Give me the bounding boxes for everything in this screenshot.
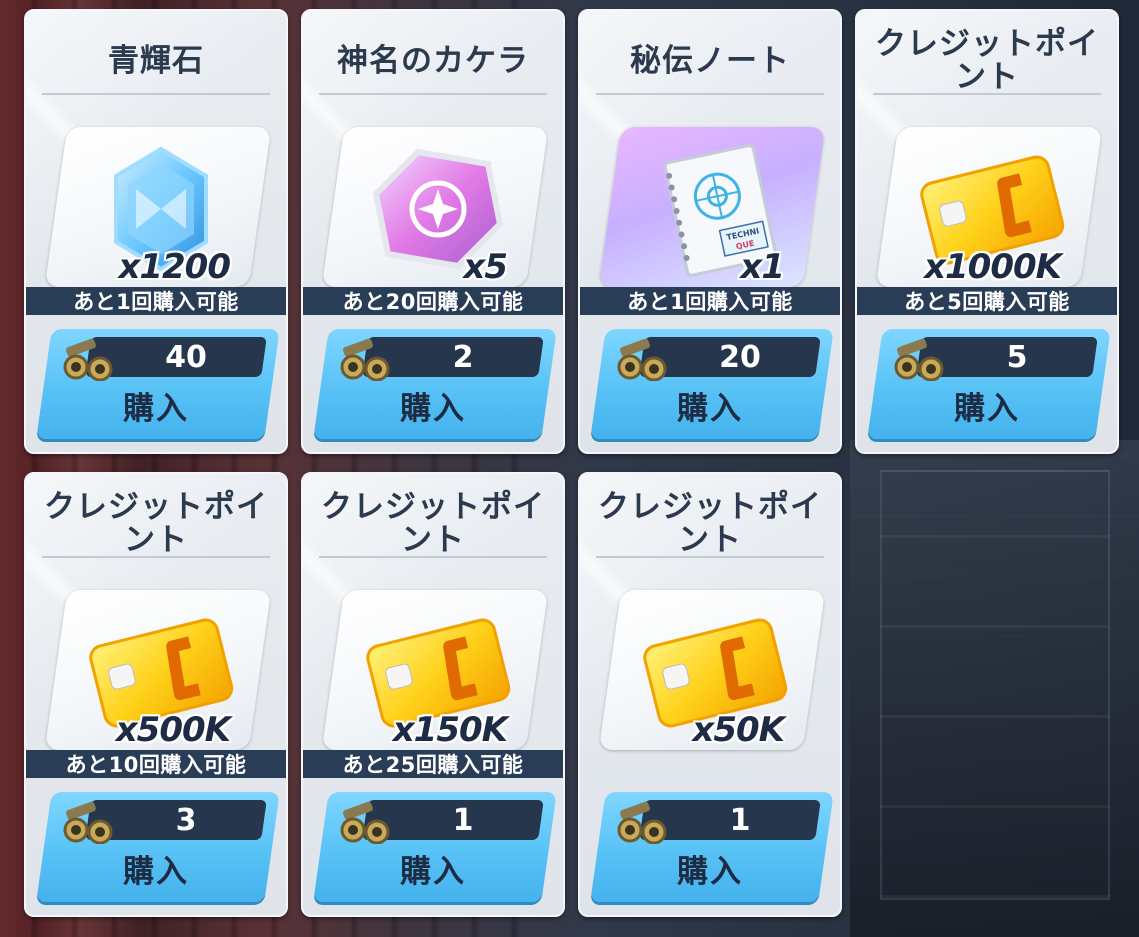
- shop-item-card: 青輝石 x1200 あと1回購入可能 40 購入: [24, 9, 288, 454]
- purchase-limit: あと10回購入可能: [26, 750, 286, 778]
- item-price: 2: [452, 339, 474, 375]
- item-price: 40: [165, 339, 207, 375]
- shop-item-card: 神名のカケラ x5 あと20回購入可能 2 購入: [301, 9, 565, 454]
- item-quantity: x1000K: [924, 247, 1062, 287]
- buy-label: 購入: [677, 390, 743, 427]
- item-quantity: x1200: [118, 247, 231, 287]
- buy-label: 購入: [954, 390, 1020, 427]
- title-divider: [42, 93, 270, 95]
- item-title: クレジットポイント: [875, 26, 1099, 95]
- item-quantity: x500K: [115, 710, 231, 750]
- item-title: 青輝石: [108, 42, 204, 79]
- item-title: クレジットポイント: [598, 489, 822, 558]
- item-quantity: x50K: [692, 710, 785, 750]
- item-title: クレジットポイント: [44, 489, 268, 558]
- shop-item-card: 秘伝ノート TECHNI QUE x1 あと1回購入可能 20 購入: [578, 9, 842, 454]
- binoculars-icon: [617, 801, 667, 844]
- buy-label: 購入: [123, 390, 189, 427]
- item-title: 神名のカケラ: [337, 42, 529, 79]
- binoculars-icon: [340, 338, 390, 381]
- purchase-limit: あと20回購入可能: [303, 287, 563, 315]
- buy-label: 購入: [123, 853, 189, 890]
- purchase-limit: あと5回購入可能: [857, 287, 1117, 315]
- item-price: 20: [719, 339, 761, 375]
- item-price: 1: [452, 802, 474, 838]
- title-divider: [319, 556, 547, 558]
- binoculars-icon: [63, 338, 113, 381]
- shop-item-card: クレジットポイント x1000K あと5回購入可能 5 購入: [855, 9, 1119, 454]
- item-quantity: x1: [740, 247, 785, 287]
- item-price: 1: [729, 802, 751, 838]
- item-title: 秘伝ノート: [630, 42, 790, 79]
- shop-grid: 青輝石 x1200 あと1回購入可能 40 購入 神名のカケラ x5 あと20回…: [24, 9, 1124, 929]
- title-divider: [42, 556, 270, 558]
- binoculars-icon: [340, 801, 390, 844]
- binoculars-icon: [617, 338, 667, 381]
- shop-item-card: クレジットポイント x150K あと25回購入可能 1 購入: [301, 472, 565, 917]
- purchase-limit: あと1回購入可能: [580, 287, 840, 315]
- buy-label: 購入: [677, 853, 743, 890]
- item-quantity: x150K: [392, 710, 508, 750]
- buy-label: 購入: [400, 390, 466, 427]
- item-price: 5: [1006, 339, 1028, 375]
- purchase-limit: あと25回購入可能: [303, 750, 563, 778]
- title-divider: [596, 556, 824, 558]
- shop-item-card: クレジットポイント x500K あと10回購入可能 3 購入: [24, 472, 288, 917]
- item-title: クレジットポイント: [321, 489, 545, 558]
- title-divider: [873, 93, 1101, 95]
- item-quantity: x5: [463, 247, 508, 287]
- buy-label: 購入: [400, 853, 466, 890]
- purchase-limit: あと1回購入可能: [26, 287, 286, 315]
- title-divider: [319, 93, 547, 95]
- binoculars-icon: [894, 338, 944, 381]
- title-divider: [596, 93, 824, 95]
- binoculars-icon: [63, 801, 113, 844]
- item-price: 3: [175, 802, 197, 838]
- shop-item-card: クレジットポイント x50K 1 購入: [578, 472, 842, 917]
